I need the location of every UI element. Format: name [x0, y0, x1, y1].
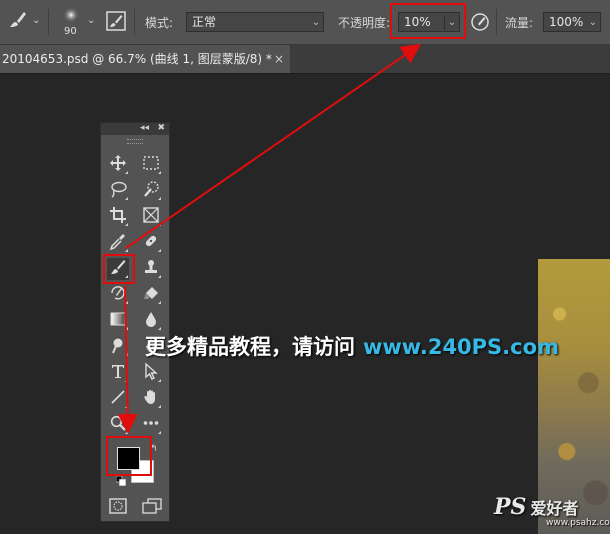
- watermark-text: 更多精品教程，请访问 www.240PS.com: [145, 331, 559, 361]
- watermark-cn: 更多精品教程，请访问: [145, 335, 355, 359]
- annotation-arrows: [117, 43, 422, 434]
- watermark-url: www.240PS.com: [363, 335, 559, 359]
